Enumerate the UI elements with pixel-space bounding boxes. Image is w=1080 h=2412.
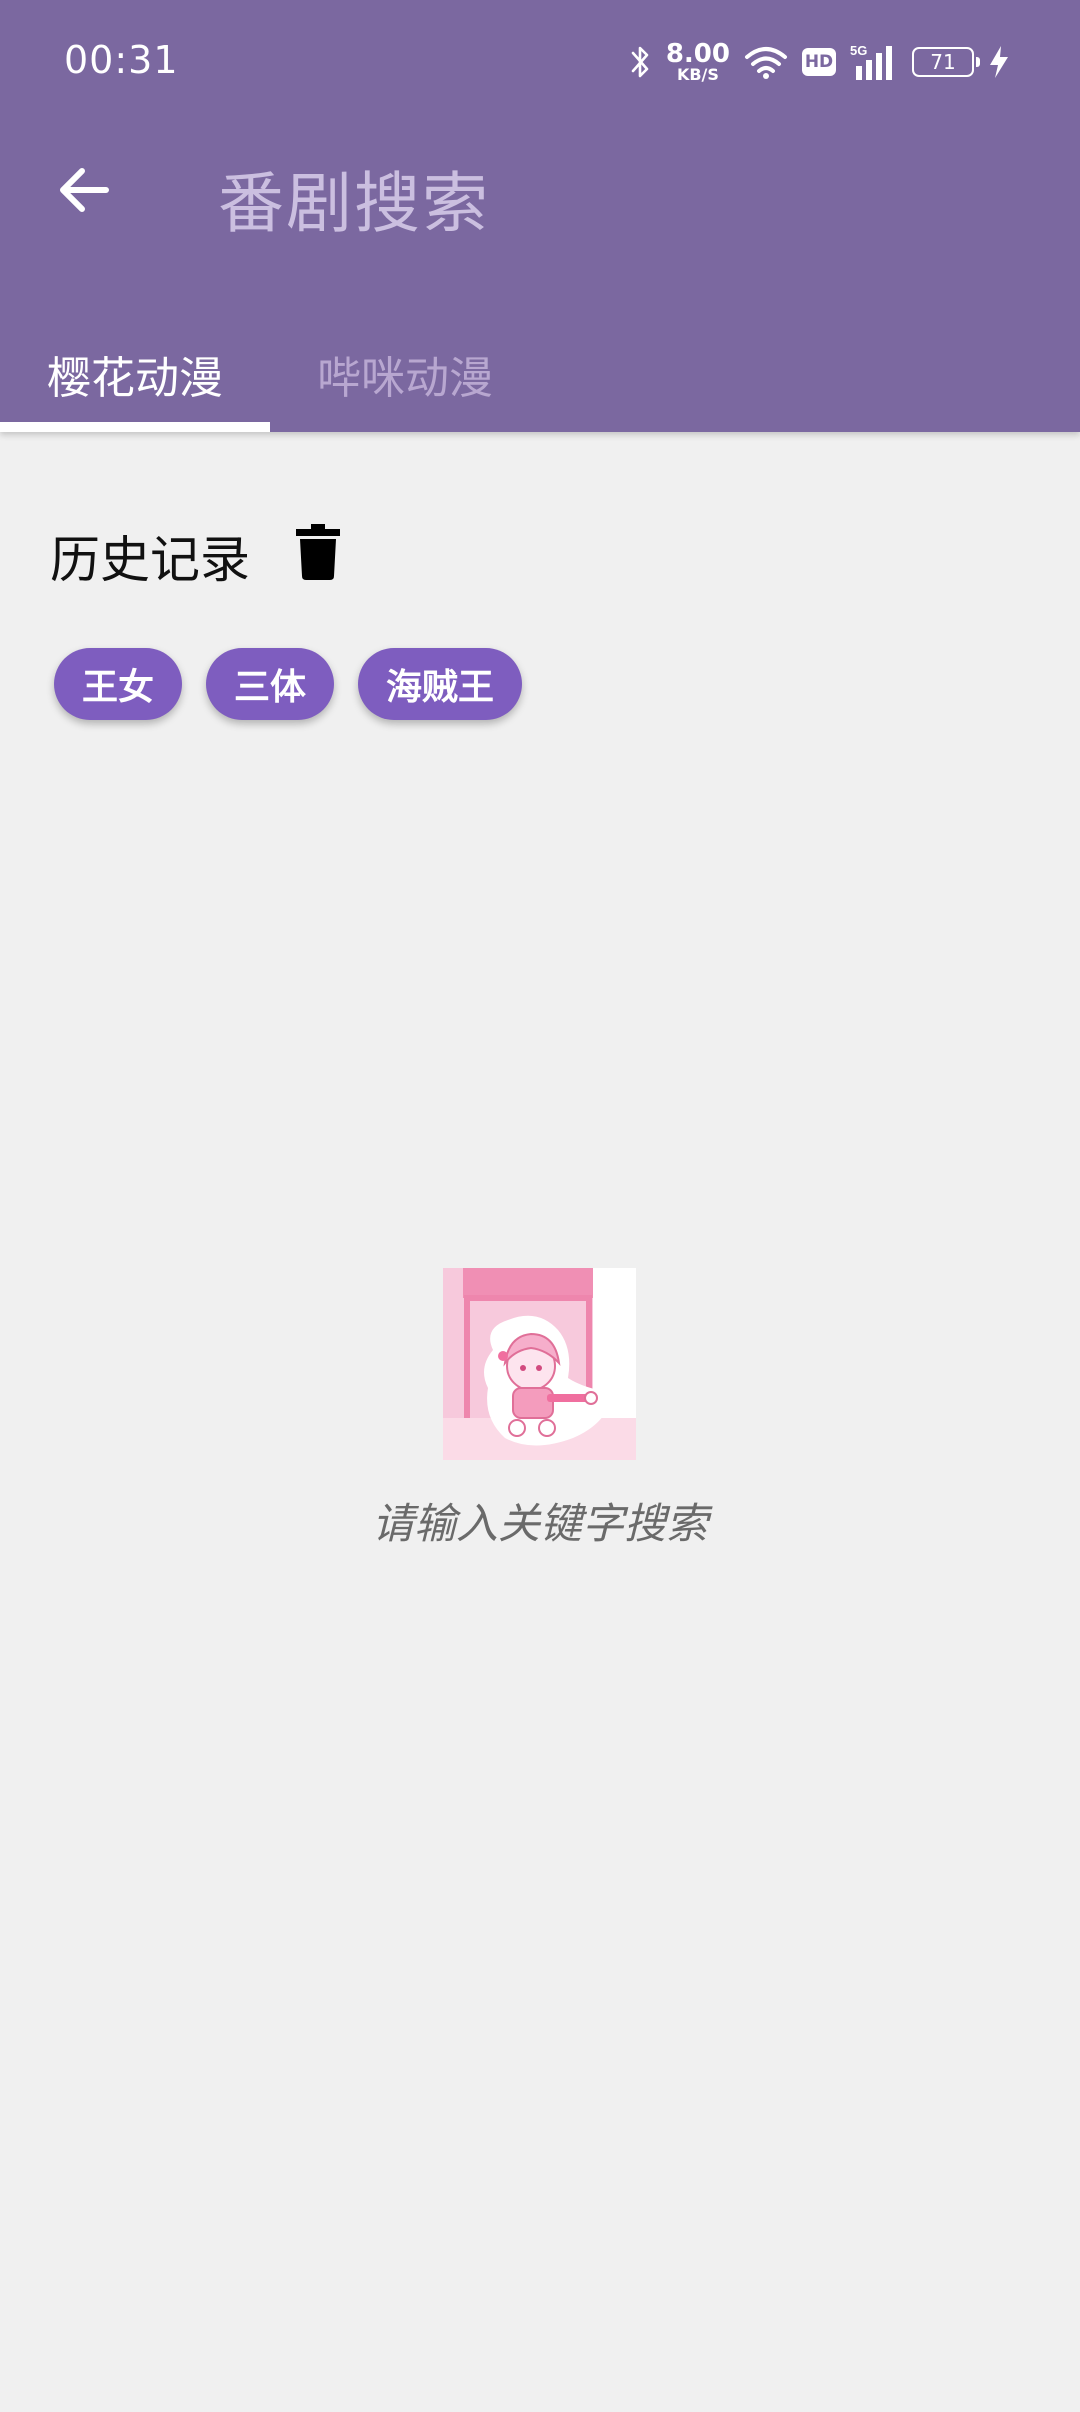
tab-yinghua[interactable]: 樱花动漫 — [0, 315, 270, 432]
net-speed-value: 8.00 — [665, 39, 730, 69]
charging-icon — [990, 46, 1008, 78]
status-time: 00:31 — [64, 38, 179, 82]
network-type-label: 5G — [850, 43, 867, 58]
clear-history-button[interactable] — [290, 520, 346, 584]
trash-icon — [296, 524, 340, 580]
net-speed-unit: KB/S — [676, 65, 719, 84]
app-bar: 00:31 8.00 KB/S HD 5G 71 番剧搜索 樱花动漫 哔咪动漫 — [0, 0, 1080, 432]
net-speed: 8.00 KB/S — [666, 41, 730, 83]
source-tabs: 樱花动漫 哔咪动漫 — [0, 315, 1080, 432]
wifi-icon — [745, 47, 787, 79]
back-button[interactable] — [52, 158, 116, 222]
history-chip[interactable]: 三体 — [206, 648, 335, 720]
history-label: 历史记录 — [50, 531, 250, 589]
tab-indicator — [0, 422, 270, 432]
empty-state-message: 请输入关键字搜索 — [371, 1499, 708, 1548]
empty-state-image — [443, 1268, 636, 1460]
status-bar: 00:31 8.00 KB/S HD 5G 71 — [0, 0, 1080, 125]
status-icons: 8.00 KB/S HD 5G 71 — [630, 36, 1010, 88]
history-chip[interactable]: 王女 — [54, 648, 183, 720]
battery-icon: 71 — [912, 47, 980, 77]
page-title: 番剧搜索 — [218, 165, 490, 242]
history-chip[interactable]: 海贼王 — [358, 648, 523, 720]
arrow-left-icon — [60, 168, 109, 212]
battery-level: 71 — [930, 50, 956, 74]
hd-icon: HD — [802, 48, 836, 76]
history-chips: 王女 三体 海贼王 — [54, 648, 523, 720]
tab-bimi[interactable]: 哔咪动漫 — [270, 315, 540, 432]
bluetooth-icon — [631, 46, 649, 78]
signal-icon: 5G — [850, 43, 892, 80]
